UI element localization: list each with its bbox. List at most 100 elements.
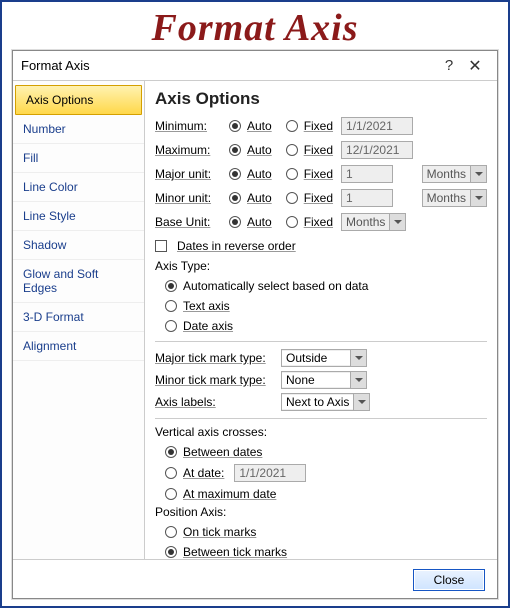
- radio-minor-unit-auto[interactable]: [229, 192, 241, 204]
- label-reverse-order: Dates in reverse order: [177, 239, 296, 253]
- select-minor-tick[interactable]: None: [281, 371, 367, 389]
- sidebar-item-line-style[interactable]: Line Style: [13, 202, 144, 231]
- chevron-down-icon: [353, 394, 369, 410]
- chevron-down-icon: [350, 372, 366, 388]
- sidebar-item-shadow[interactable]: Shadow: [13, 231, 144, 260]
- radio-label-minor-unit-fixed: Fixed: [304, 191, 333, 205]
- radio-minimum-fixed[interactable]: [286, 120, 298, 132]
- radio-major-unit-fixed[interactable]: [286, 168, 298, 180]
- row-axis-type-date: Date axis: [159, 317, 487, 335]
- sidebar-item-3d-format[interactable]: 3-D Format: [13, 303, 144, 332]
- radio-label-minimum-auto: Auto: [247, 119, 272, 133]
- label-pos-axis: Position Axis:: [155, 505, 487, 519]
- radio-label-maximum-fixed: Fixed: [304, 143, 333, 157]
- label-pos-between: Between tick marks: [183, 545, 287, 559]
- select-major-unit-period[interactable]: Months: [422, 165, 487, 183]
- row-axis-type-text: Text axis: [159, 297, 487, 315]
- radio-label-base-unit-auto: Auto: [247, 215, 272, 229]
- radio-axis-type-date[interactable]: [165, 320, 177, 332]
- sidebar-item-axis-options[interactable]: Axis Options: [15, 85, 142, 115]
- chevron-down-icon: [389, 214, 405, 230]
- radio-base-unit-auto[interactable]: [229, 216, 241, 228]
- radio-label-major-unit-fixed: Fixed: [304, 167, 333, 181]
- separator: [155, 341, 487, 342]
- sidebar-item-fill[interactable]: Fill: [13, 144, 144, 173]
- radio-vcross-between[interactable]: [165, 446, 177, 458]
- sidebar: Axis Options Number Fill Line Color Line…: [13, 81, 145, 559]
- sidebar-item-line-color[interactable]: Line Color: [13, 173, 144, 202]
- input-minor-unit-value[interactable]: 1: [341, 189, 393, 207]
- page-frame: Format Axis Format Axis ? ✕ Axis Options…: [0, 0, 510, 608]
- chevron-down-icon: [470, 166, 486, 182]
- input-maximum-value[interactable]: 12/1/2021: [341, 141, 413, 159]
- radio-axis-type-auto[interactable]: [165, 280, 177, 292]
- select-axis-labels[interactable]: Next to Axis: [281, 393, 370, 411]
- row-axis-labels: Axis labels: Next to Axis: [155, 392, 487, 412]
- radio-minor-unit-fixed[interactable]: [286, 192, 298, 204]
- radio-vcross-max[interactable]: [165, 488, 177, 500]
- radio-minimum-auto[interactable]: [229, 120, 241, 132]
- label-base-unit: Base Unit:: [155, 215, 219, 229]
- axis-options-panel: Axis Options Minimum: Auto Fixed 1/1/202…: [145, 81, 497, 559]
- close-icon[interactable]: ✕: [461, 56, 489, 76]
- checkbox-reverse-order[interactable]: [155, 240, 167, 252]
- chevron-down-icon: [350, 350, 366, 366]
- label-axis-type-text: Text axis: [183, 299, 230, 313]
- row-pos-between: Between tick marks: [159, 543, 487, 559]
- separator: [155, 418, 487, 419]
- radio-vcross-at[interactable]: [165, 467, 177, 479]
- sidebar-item-glow[interactable]: Glow and Soft Edges: [13, 260, 144, 303]
- select-base-unit-period[interactable]: Months: [341, 213, 406, 231]
- label-axis-labels: Axis labels:: [155, 395, 281, 409]
- input-vcross-at-value[interactable]: 1/1/2021: [234, 464, 306, 482]
- select-major-tick[interactable]: Outside: [281, 349, 367, 367]
- label-major-tick: Major tick mark type:: [155, 351, 281, 365]
- radio-maximum-fixed[interactable]: [286, 144, 298, 156]
- radio-major-unit-auto[interactable]: [229, 168, 241, 180]
- input-major-unit-value[interactable]: 1: [341, 165, 393, 183]
- row-vcross-between: Between dates: [159, 443, 487, 461]
- row-maximum: Maximum: Auto Fixed 12/1/2021: [155, 139, 487, 161]
- label-minor-tick: Minor tick mark type:: [155, 373, 281, 387]
- row-axis-type-auto: Automatically select based on data: [159, 277, 487, 295]
- row-minor-tick: Minor tick mark type: None: [155, 370, 487, 390]
- label-vcross-max: At maximum date: [183, 487, 276, 501]
- radio-label-minimum-fixed: Fixed: [304, 119, 333, 133]
- titlebar: Format Axis ? ✕: [13, 51, 497, 81]
- row-major-unit: Major unit: Auto Fixed 1 Months: [155, 163, 487, 185]
- radio-pos-between[interactable]: [165, 546, 177, 558]
- dialog-footer: Close: [13, 559, 497, 599]
- label-vcross-between: Between dates: [183, 445, 262, 459]
- radio-label-base-unit-fixed: Fixed: [304, 215, 333, 229]
- radio-label-major-unit-auto: Auto: [247, 167, 272, 181]
- radio-label-minor-unit-auto: Auto: [247, 191, 272, 205]
- row-major-tick: Major tick mark type: Outside: [155, 348, 487, 368]
- radio-pos-on[interactable]: [165, 526, 177, 538]
- radio-base-unit-fixed[interactable]: [286, 216, 298, 228]
- radio-label-maximum-auto: Auto: [247, 143, 272, 157]
- page-title: Format Axis: [2, 6, 508, 50]
- radio-maximum-auto[interactable]: [229, 144, 241, 156]
- sidebar-item-alignment[interactable]: Alignment: [13, 332, 144, 361]
- format-axis-dialog: Format Axis ? ✕ Axis Options Number Fill…: [12, 50, 498, 599]
- label-maximum: Maximum:: [155, 143, 219, 157]
- row-vcross-at: At date: 1/1/2021: [159, 463, 487, 483]
- help-button[interactable]: ?: [437, 57, 461, 74]
- close-button[interactable]: Close: [413, 569, 485, 591]
- radio-axis-type-text[interactable]: [165, 300, 177, 312]
- input-minimum-value[interactable]: 1/1/2021: [341, 117, 413, 135]
- select-minor-unit-period[interactable]: Months: [422, 189, 487, 207]
- panel-heading: Axis Options: [155, 89, 487, 109]
- label-pos-on: On tick marks: [183, 525, 256, 539]
- row-vcross-max: At maximum date: [159, 485, 487, 503]
- row-minor-unit: Minor unit: Auto Fixed 1 Months: [155, 187, 487, 209]
- label-axis-type-date: Date axis: [183, 319, 233, 333]
- row-minimum: Minimum: Auto Fixed 1/1/2021: [155, 115, 487, 137]
- label-major-unit: Major unit:: [155, 167, 219, 181]
- row-reverse: Dates in reverse order: [155, 235, 487, 257]
- label-vcross: Vertical axis crosses:: [155, 425, 487, 439]
- dialog-title: Format Axis: [21, 58, 437, 73]
- sidebar-item-number[interactable]: Number: [13, 115, 144, 144]
- label-vcross-at: At date:: [183, 466, 224, 480]
- label-minimum: Minimum:: [155, 119, 219, 133]
